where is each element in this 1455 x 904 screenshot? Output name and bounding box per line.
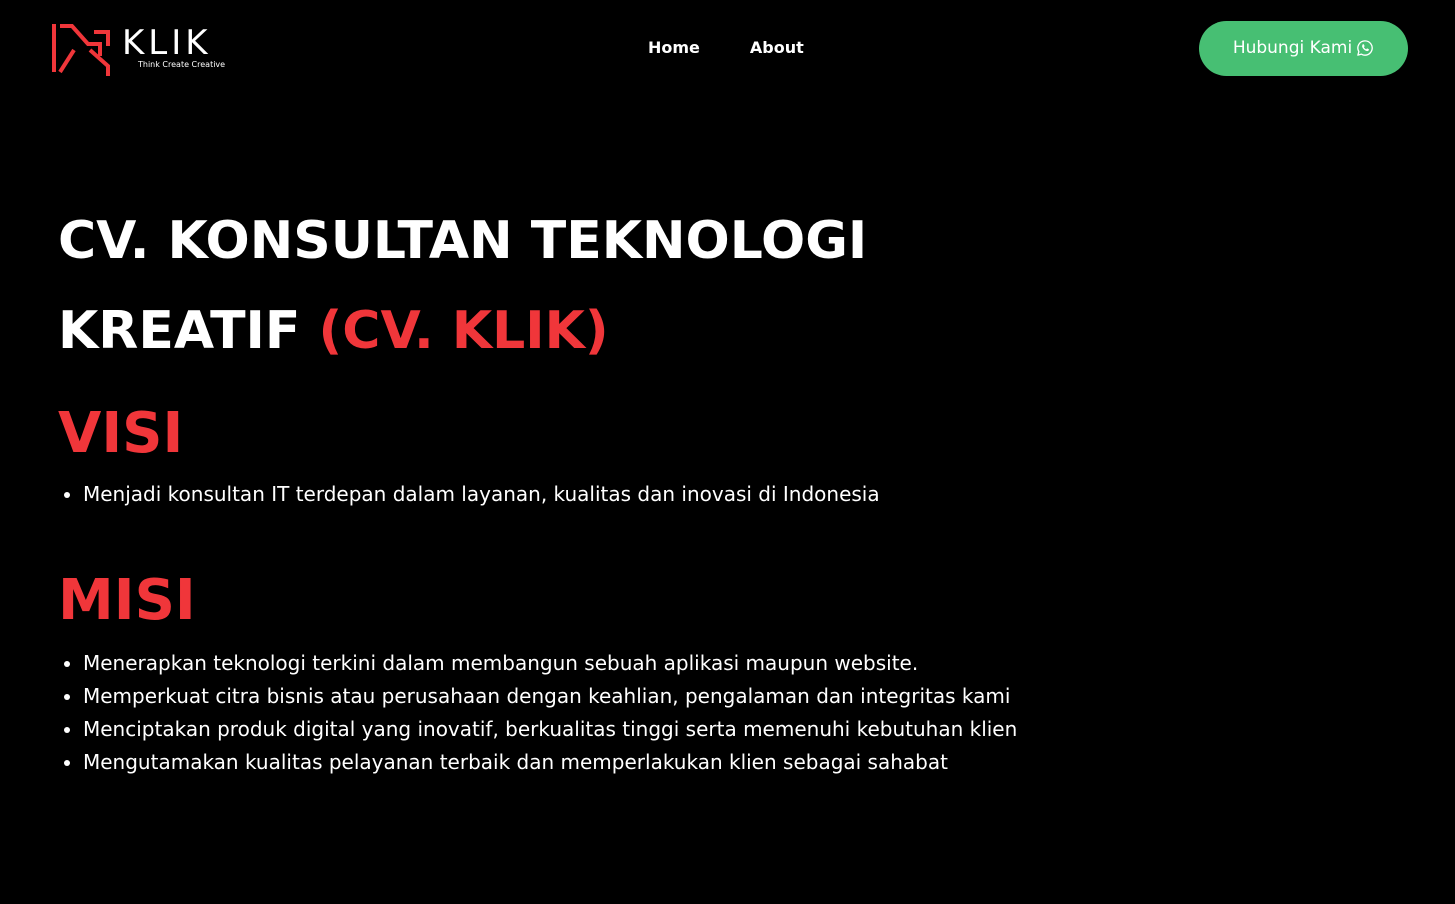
visi-list: Menjadi konsultan IT terdepan dalam laya… — [58, 478, 1058, 511]
contact-us-button[interactable]: Hubungi Kami — [1199, 21, 1408, 76]
contact-us-label: Hubungi Kami — [1232, 37, 1353, 58]
klik-logo-mark-icon — [52, 24, 110, 76]
visi-heading: VISI — [58, 401, 184, 466]
misi-list: Menerapkan teknologi terkini dalam memba… — [58, 647, 1058, 779]
company-short-name: (CV. KLIK) — [318, 301, 609, 361]
main-nav: Home About — [648, 38, 804, 58]
company-title-line1: CV. KONSULTAN TEKNOLOGI — [58, 211, 868, 271]
brand-tagline: Think Create Creative — [138, 60, 226, 69]
misi-item: Menerapkan teknologi terkini dalam memba… — [83, 647, 1058, 680]
navbar: KLIK Think Create Creative Home About Hu… — [0, 0, 1455, 96]
main-content: CV. KONSULTAN TEKNOLOGI KREATIF (CV. KLI… — [58, 196, 1058, 779]
company-title-line2: KREATIF — [58, 301, 319, 361]
misi-item: Memperkuat citra bisnis atau perusahaan … — [83, 680, 1058, 713]
nav-home-link[interactable]: Home — [648, 38, 700, 58]
brand-logo[interactable]: KLIK Think Create Creative — [50, 20, 250, 78]
misi-item: Mengutamakan kualitas pelayanan terbaik … — [83, 746, 1058, 779]
misi-heading: MISI — [58, 568, 196, 633]
nav-about-link[interactable]: About — [750, 38, 804, 58]
misi-item: Menciptakan produk digital yang inovatif… — [83, 713, 1058, 746]
visi-item: Menjadi konsultan IT terdepan dalam laya… — [83, 478, 1058, 511]
brand-name: KLIK — [122, 23, 212, 63]
company-title: CV. KONSULTAN TEKNOLOGI KREATIF (CV. KLI… — [58, 196, 1058, 376]
whatsapp-icon — [1357, 39, 1374, 56]
